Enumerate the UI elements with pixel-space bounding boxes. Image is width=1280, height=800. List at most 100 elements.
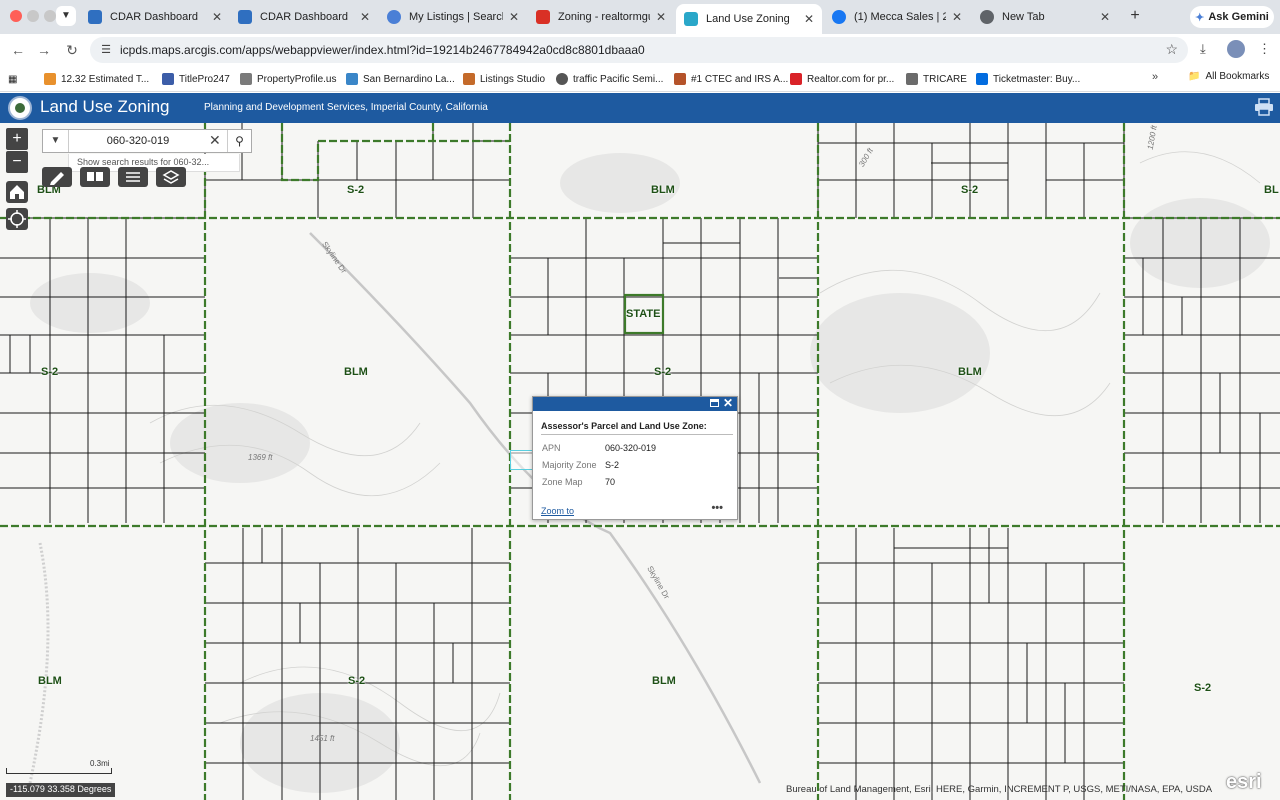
bookmark-item[interactable]: 12.32 Estimated T...: [44, 71, 149, 87]
zone-label: S-2: [961, 184, 979, 196]
zone-label: BLM: [958, 366, 982, 378]
bookmark-item[interactable]: traffic Pacific Semi...: [556, 71, 663, 87]
tab-close-icon[interactable]: ✕: [212, 10, 222, 24]
browser-tab[interactable]: CDAR Dashboard ✕: [230, 4, 378, 30]
maximize-popup-icon[interactable]: [710, 399, 719, 407]
url-text[interactable]: icpds.maps.arcgis.com/apps/webappviewer/…: [120, 43, 645, 57]
tab-close-icon[interactable]: ✕: [509, 10, 519, 24]
zone-label: S-2: [348, 675, 366, 687]
tab-close-icon[interactable]: ✕: [1100, 10, 1110, 24]
browser-tab[interactable]: (1) Mecca Sales | 2.5 ✕: [824, 4, 970, 30]
bookmarks-overflow-chevron-icon[interactable]: »: [1152, 71, 1158, 83]
bookmark-favicon-icon: [44, 73, 56, 85]
tab-title: Land Use Zoning: [706, 13, 790, 25]
legend-button[interactable]: [118, 167, 148, 187]
bookmark-item[interactable]: Ticketmaster: Buy...: [976, 71, 1080, 87]
bookmark-favicon-icon: [976, 73, 988, 85]
search-source-dropdown-icon[interactable]: ▼: [43, 130, 69, 152]
bookmark-favicon-icon: [346, 73, 358, 85]
browser-tab[interactable]: Zoning - realtormguti ✕: [528, 4, 674, 30]
zone-label: BLM: [651, 184, 675, 196]
layer-list-button[interactable]: [156, 167, 186, 187]
tab-close-icon[interactable]: ✕: [360, 10, 370, 24]
coordinate-readout[interactable]: -115.079 33.358 Degrees: [6, 783, 116, 797]
browser-tab[interactable]: My Listings | Search R ✕: [379, 4, 527, 30]
scale-label: 0.3mi: [90, 759, 110, 768]
ask-gemini-button[interactable]: ✦ Ask Gemini: [1190, 6, 1274, 28]
zone-label: S-2: [654, 366, 672, 378]
zoom-out-button[interactable]: −: [6, 151, 28, 173]
new-tab-plus-icon[interactable]: +: [1126, 7, 1144, 25]
ask-gemini-label: Ask Gemini: [1208, 11, 1269, 23]
address-bar[interactable]: ☰ icpds.maps.arcgis.com/apps/webappviewe…: [90, 37, 1188, 63]
elevation-label: 1369 ft: [248, 453, 273, 462]
tab-title: CDAR Dashboard: [260, 11, 349, 23]
map-view[interactable]: BLM S-2 BLM S-2 BL S-2 BLM STATE S-2 BLM…: [0, 123, 1280, 800]
map-panes-icon: [87, 172, 103, 181]
map-attribution: Bureau of Land Management, Esri, HERE, G…: [786, 784, 1213, 795]
bookmarks-bar: ▦ 12.32 Estimated T... TitlePro247 Prope…: [0, 66, 1280, 92]
bookmark-item[interactable]: Listings Studio: [463, 71, 545, 87]
esri-logo: esri: [1226, 771, 1262, 793]
tab-close-icon[interactable]: ✕: [952, 10, 962, 24]
bookmark-label: Listings Studio: [480, 73, 546, 85]
profile-avatar[interactable]: [1227, 40, 1245, 58]
field-label: Zone Map: [542, 477, 583, 487]
reload-icon[interactable]: ↻: [62, 40, 82, 60]
minimize-window-button[interactable]: [27, 10, 39, 22]
bookmark-item[interactable]: #1 CTEC and IRS A...: [674, 71, 788, 87]
search-input[interactable]: [73, 132, 203, 150]
tab-title: New Tab: [1002, 11, 1045, 23]
bookmark-item[interactable]: TitlePro247: [162, 71, 230, 87]
close-window-button[interactable]: [10, 10, 22, 22]
popup-title-bar: ✕: [533, 396, 737, 411]
bookmark-item[interactable]: PropertyProfile.us: [240, 71, 336, 87]
scale-bar: [6, 768, 112, 774]
chrome-favicon-icon: [980, 10, 994, 24]
browser-menu-icon[interactable]: ⋮: [1258, 41, 1271, 57]
bookmark-label: 12.32 Estimated T...: [61, 73, 150, 85]
browser-tab-active[interactable]: Land Use Zoning ✕: [676, 4, 822, 34]
basemap-gallery-button[interactable]: [80, 167, 110, 187]
zone-label: BLM: [344, 366, 368, 378]
zone-label: STATE: [626, 308, 661, 320]
back-arrow-icon[interactable]: ←: [8, 40, 28, 60]
tab-close-icon[interactable]: ✕: [804, 12, 814, 26]
all-bookmarks-button[interactable]: 📁 All Bookmarks: [1188, 71, 1269, 82]
tab-close-icon[interactable]: ✕: [656, 10, 666, 24]
field-label: Majority Zone: [542, 460, 597, 470]
print-icon[interactable]: [1254, 98, 1274, 116]
legend-list-icon: [126, 172, 140, 182]
bookmark-star-icon[interactable]: ☆: [1165, 41, 1178, 58]
clear-search-icon[interactable]: ✕: [209, 132, 221, 149]
fullscreen-window-button[interactable]: [44, 10, 56, 22]
forward-arrow-icon[interactable]: →: [34, 40, 54, 60]
apn-value: 060-320-019: [605, 443, 657, 453]
app-title: Land Use Zoning: [40, 97, 170, 116]
bookmark-favicon-icon: [162, 73, 174, 85]
zoom-in-button[interactable]: +: [6, 128, 28, 150]
zone-label: S-2: [41, 366, 59, 378]
search-icon[interactable]: ⚲: [227, 130, 251, 152]
browser-tab[interactable]: CDAR Dashboard ✕: [80, 4, 230, 30]
bookmark-item[interactable]: Realtor.com for pr...: [790, 71, 894, 87]
bookmark-item[interactable]: San Bernardino La...: [346, 71, 455, 87]
elevation-label: 1451 ft: [310, 734, 335, 743]
zone-label: BLM: [652, 675, 676, 687]
zoom-to-link[interactable]: Zoom to: [541, 506, 574, 516]
apps-grid-icon[interactable]: ▦: [8, 71, 17, 87]
more-actions-icon[interactable]: •••: [711, 502, 723, 514]
site-info-icon[interactable]: ☰: [98, 42, 114, 58]
downloads-icon[interactable]: ⤓: [1200, 41, 1206, 57]
bookmark-item[interactable]: TRICARE: [906, 71, 967, 87]
close-popup-icon[interactable]: ✕: [723, 396, 733, 410]
measure-tool-button[interactable]: [42, 167, 72, 187]
bookmark-label: TitlePro247: [179, 73, 230, 85]
my-location-button[interactable]: [6, 208, 28, 230]
browser-tab[interactable]: New Tab ✕: [972, 4, 1118, 30]
zone-label: BL: [1264, 184, 1279, 196]
field-label: APN: [542, 443, 561, 453]
home-button[interactable]: [6, 181, 28, 203]
tab-search-chevron-icon[interactable]: ▼: [56, 6, 76, 26]
folder-icon: 📁: [1188, 71, 1201, 82]
